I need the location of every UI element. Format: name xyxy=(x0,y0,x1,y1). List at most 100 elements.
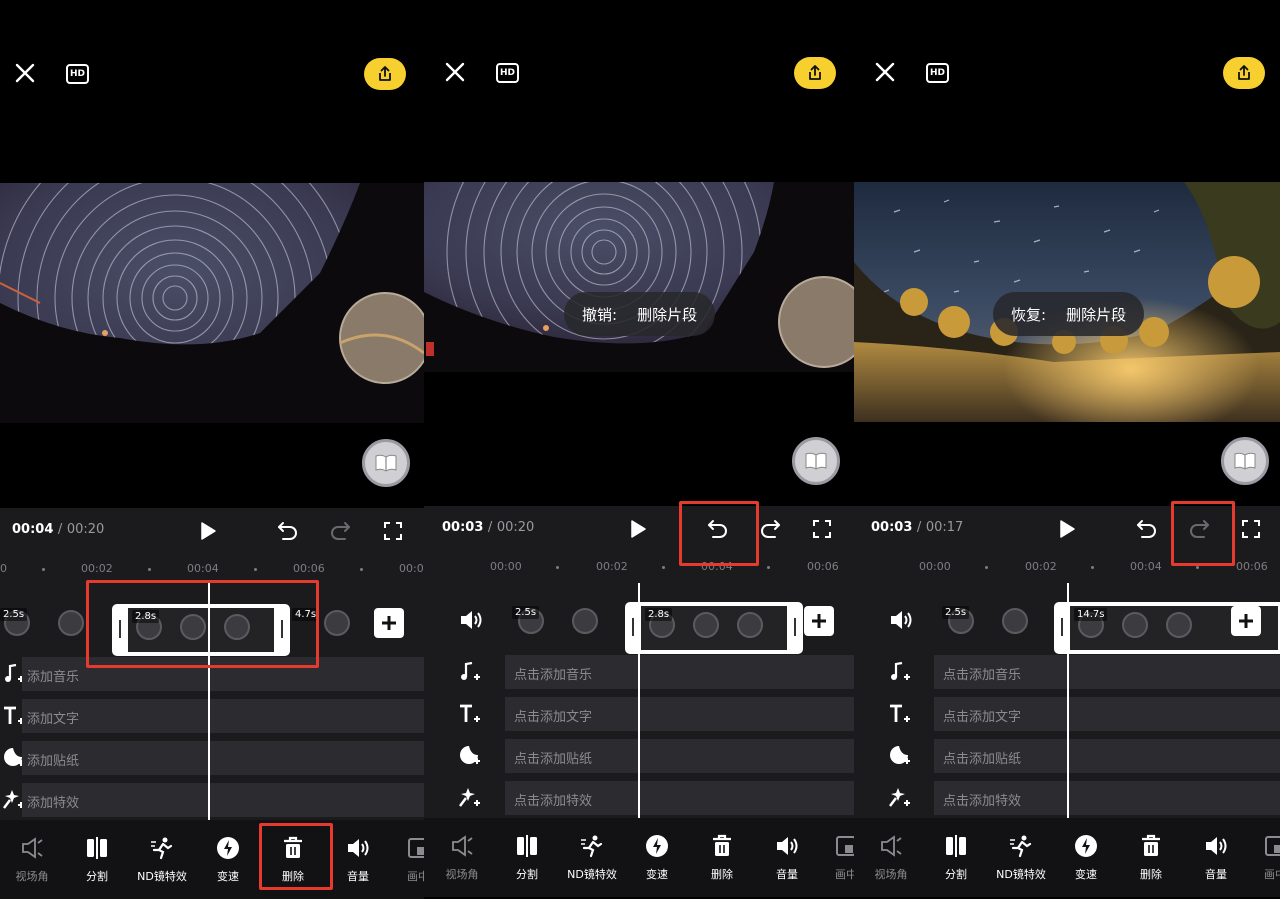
add-clip-button[interactable] xyxy=(374,608,404,638)
fullscreen-button[interactable] xyxy=(380,518,406,544)
play-button[interactable] xyxy=(625,516,651,542)
delete-icon xyxy=(713,834,731,856)
tool-delete[interactable]: 删除 xyxy=(690,832,754,882)
undo-icon xyxy=(1137,520,1156,538)
highlight-undo-button xyxy=(679,501,759,566)
music-add-icon xyxy=(461,661,480,680)
tutorial-comparison: HD 00:04 / 00:20 0 00:02 00:04 00:06 00:… xyxy=(0,0,1280,899)
play-button[interactable] xyxy=(195,518,221,544)
speaker-icon[interactable] xyxy=(888,608,914,632)
tool-speed[interactable]: 变速 xyxy=(196,834,260,884)
split-icon xyxy=(517,835,537,857)
hd-icon[interactable]: HD xyxy=(496,63,519,83)
tool-nd-filter[interactable]: ND镜特效 xyxy=(989,832,1053,882)
video-preview[interactable] xyxy=(424,182,854,372)
play-icon xyxy=(1060,520,1075,538)
plus-icon xyxy=(1239,614,1253,628)
redo-icon xyxy=(331,522,350,540)
redo-button[interactable] xyxy=(757,516,783,542)
tool-split[interactable]: 分割 xyxy=(65,834,129,884)
timecode: 00:04 / 00:20 xyxy=(12,522,105,537)
tool-pip[interactable]: 画中 xyxy=(386,834,424,884)
book-icon xyxy=(1234,452,1256,470)
guide-button[interactable] xyxy=(1221,437,1269,485)
tool-split[interactable]: 分割 xyxy=(495,832,559,882)
highlight-delete-tool xyxy=(259,823,333,890)
nd-filter-icon xyxy=(581,835,603,858)
highlight-selected-clip xyxy=(86,580,319,668)
tool-split[interactable]: 分割 xyxy=(924,832,988,882)
delete-icon xyxy=(1142,834,1160,856)
video-preview[interactable] xyxy=(0,183,424,423)
sticker-add-icon xyxy=(890,746,910,764)
close-icon[interactable] xyxy=(444,61,466,83)
share-icon xyxy=(379,66,391,81)
guide-button[interactable] xyxy=(362,439,410,487)
panel-undo: HD 撤销: 删除片段 00:03 / 00:20 00:00 00:02 00… xyxy=(424,0,854,899)
playhead[interactable] xyxy=(1067,583,1069,825)
playback-controls: 00:03 / 00:20 xyxy=(424,506,854,550)
tool-volume[interactable]: 音量 xyxy=(326,834,390,884)
tool-nd-filter[interactable]: ND镜特效 xyxy=(130,834,194,884)
clip-duration: 2.5s xyxy=(512,606,540,619)
play-icon xyxy=(201,522,216,540)
fov-icon xyxy=(22,837,43,859)
hd-icon[interactable]: HD xyxy=(926,63,949,83)
tool-volume[interactable]: 音量 xyxy=(755,832,819,882)
undo-button[interactable] xyxy=(1134,516,1160,542)
add-clip-button[interactable] xyxy=(804,606,834,636)
tool-speed[interactable]: 变速 xyxy=(1054,832,1118,882)
redo-button[interactable] xyxy=(327,518,353,544)
hd-icon[interactable]: HD xyxy=(66,64,89,84)
undo-toast: 撤销: 删除片段 xyxy=(564,292,716,336)
tool-delete[interactable]: 删除 xyxy=(1119,832,1183,882)
text-add-icon xyxy=(890,704,910,722)
tool-pip[interactable]: 画中 xyxy=(1243,832,1280,882)
panel-redo: HD 恢复: 删除片段 00:03 / 00:17 00:00 00:02 00… xyxy=(854,0,1280,899)
nd-filter-icon xyxy=(1010,835,1032,858)
sticker-add-icon xyxy=(460,746,480,764)
tool-fov[interactable]: 视场角 xyxy=(430,832,494,882)
guide-button[interactable] xyxy=(792,437,840,485)
share-button[interactable] xyxy=(794,57,836,89)
clip-duration: 2.5s xyxy=(0,608,28,621)
timecode: 00:03 / 00:20 xyxy=(442,520,535,535)
close-icon[interactable] xyxy=(874,61,896,83)
clip-duration: 2.8s xyxy=(645,608,673,621)
selected-clip[interactable]: 2.8s xyxy=(625,602,803,654)
toast-label: 撤销: xyxy=(582,305,618,324)
split-icon xyxy=(946,835,966,857)
clip-duration: 14.7s xyxy=(1074,608,1108,621)
play-button[interactable] xyxy=(1054,516,1080,542)
tool-volume[interactable]: 音量 xyxy=(1184,832,1248,882)
tool-fov[interactable]: 视场角 xyxy=(859,832,923,882)
fullscreen-button[interactable] xyxy=(1238,516,1264,542)
effect-lane[interactable]: 添加特效 xyxy=(0,783,424,817)
pip-icon xyxy=(836,836,854,856)
playhead[interactable] xyxy=(638,583,640,825)
fullscreen-button[interactable] xyxy=(809,516,835,542)
share-icon xyxy=(809,65,821,80)
tool-speed[interactable]: 变速 xyxy=(625,832,689,882)
sticker-lane[interactable]: 添加贴纸 xyxy=(0,741,424,775)
text-lane[interactable]: 添加文字 xyxy=(0,699,424,733)
time-ruler: 00:00 00:02 00:04 00:06 xyxy=(490,560,839,573)
fullscreen-icon xyxy=(1242,520,1260,538)
tool-nd-filter[interactable]: ND镜特效 xyxy=(560,832,624,882)
toast-value: 删除片段 xyxy=(1066,305,1127,324)
pip-icon xyxy=(1265,836,1280,856)
share-button[interactable] xyxy=(364,58,406,90)
tool-fov[interactable]: 视场角 xyxy=(0,834,64,884)
speed-icon xyxy=(217,837,239,859)
effect-add-icon xyxy=(459,788,480,807)
share-button[interactable] xyxy=(1223,57,1265,89)
speaker-icon[interactable] xyxy=(458,608,484,632)
speed-icon xyxy=(1075,835,1097,857)
add-clip-button[interactable] xyxy=(1231,606,1261,636)
timecode: 00:03 / 00:17 xyxy=(871,520,964,535)
close-icon[interactable] xyxy=(14,62,36,84)
undo-button[interactable] xyxy=(275,518,301,544)
nd-filter-icon xyxy=(151,837,173,860)
volume-icon xyxy=(348,839,369,857)
tool-pip[interactable]: 画中 xyxy=(814,832,854,882)
